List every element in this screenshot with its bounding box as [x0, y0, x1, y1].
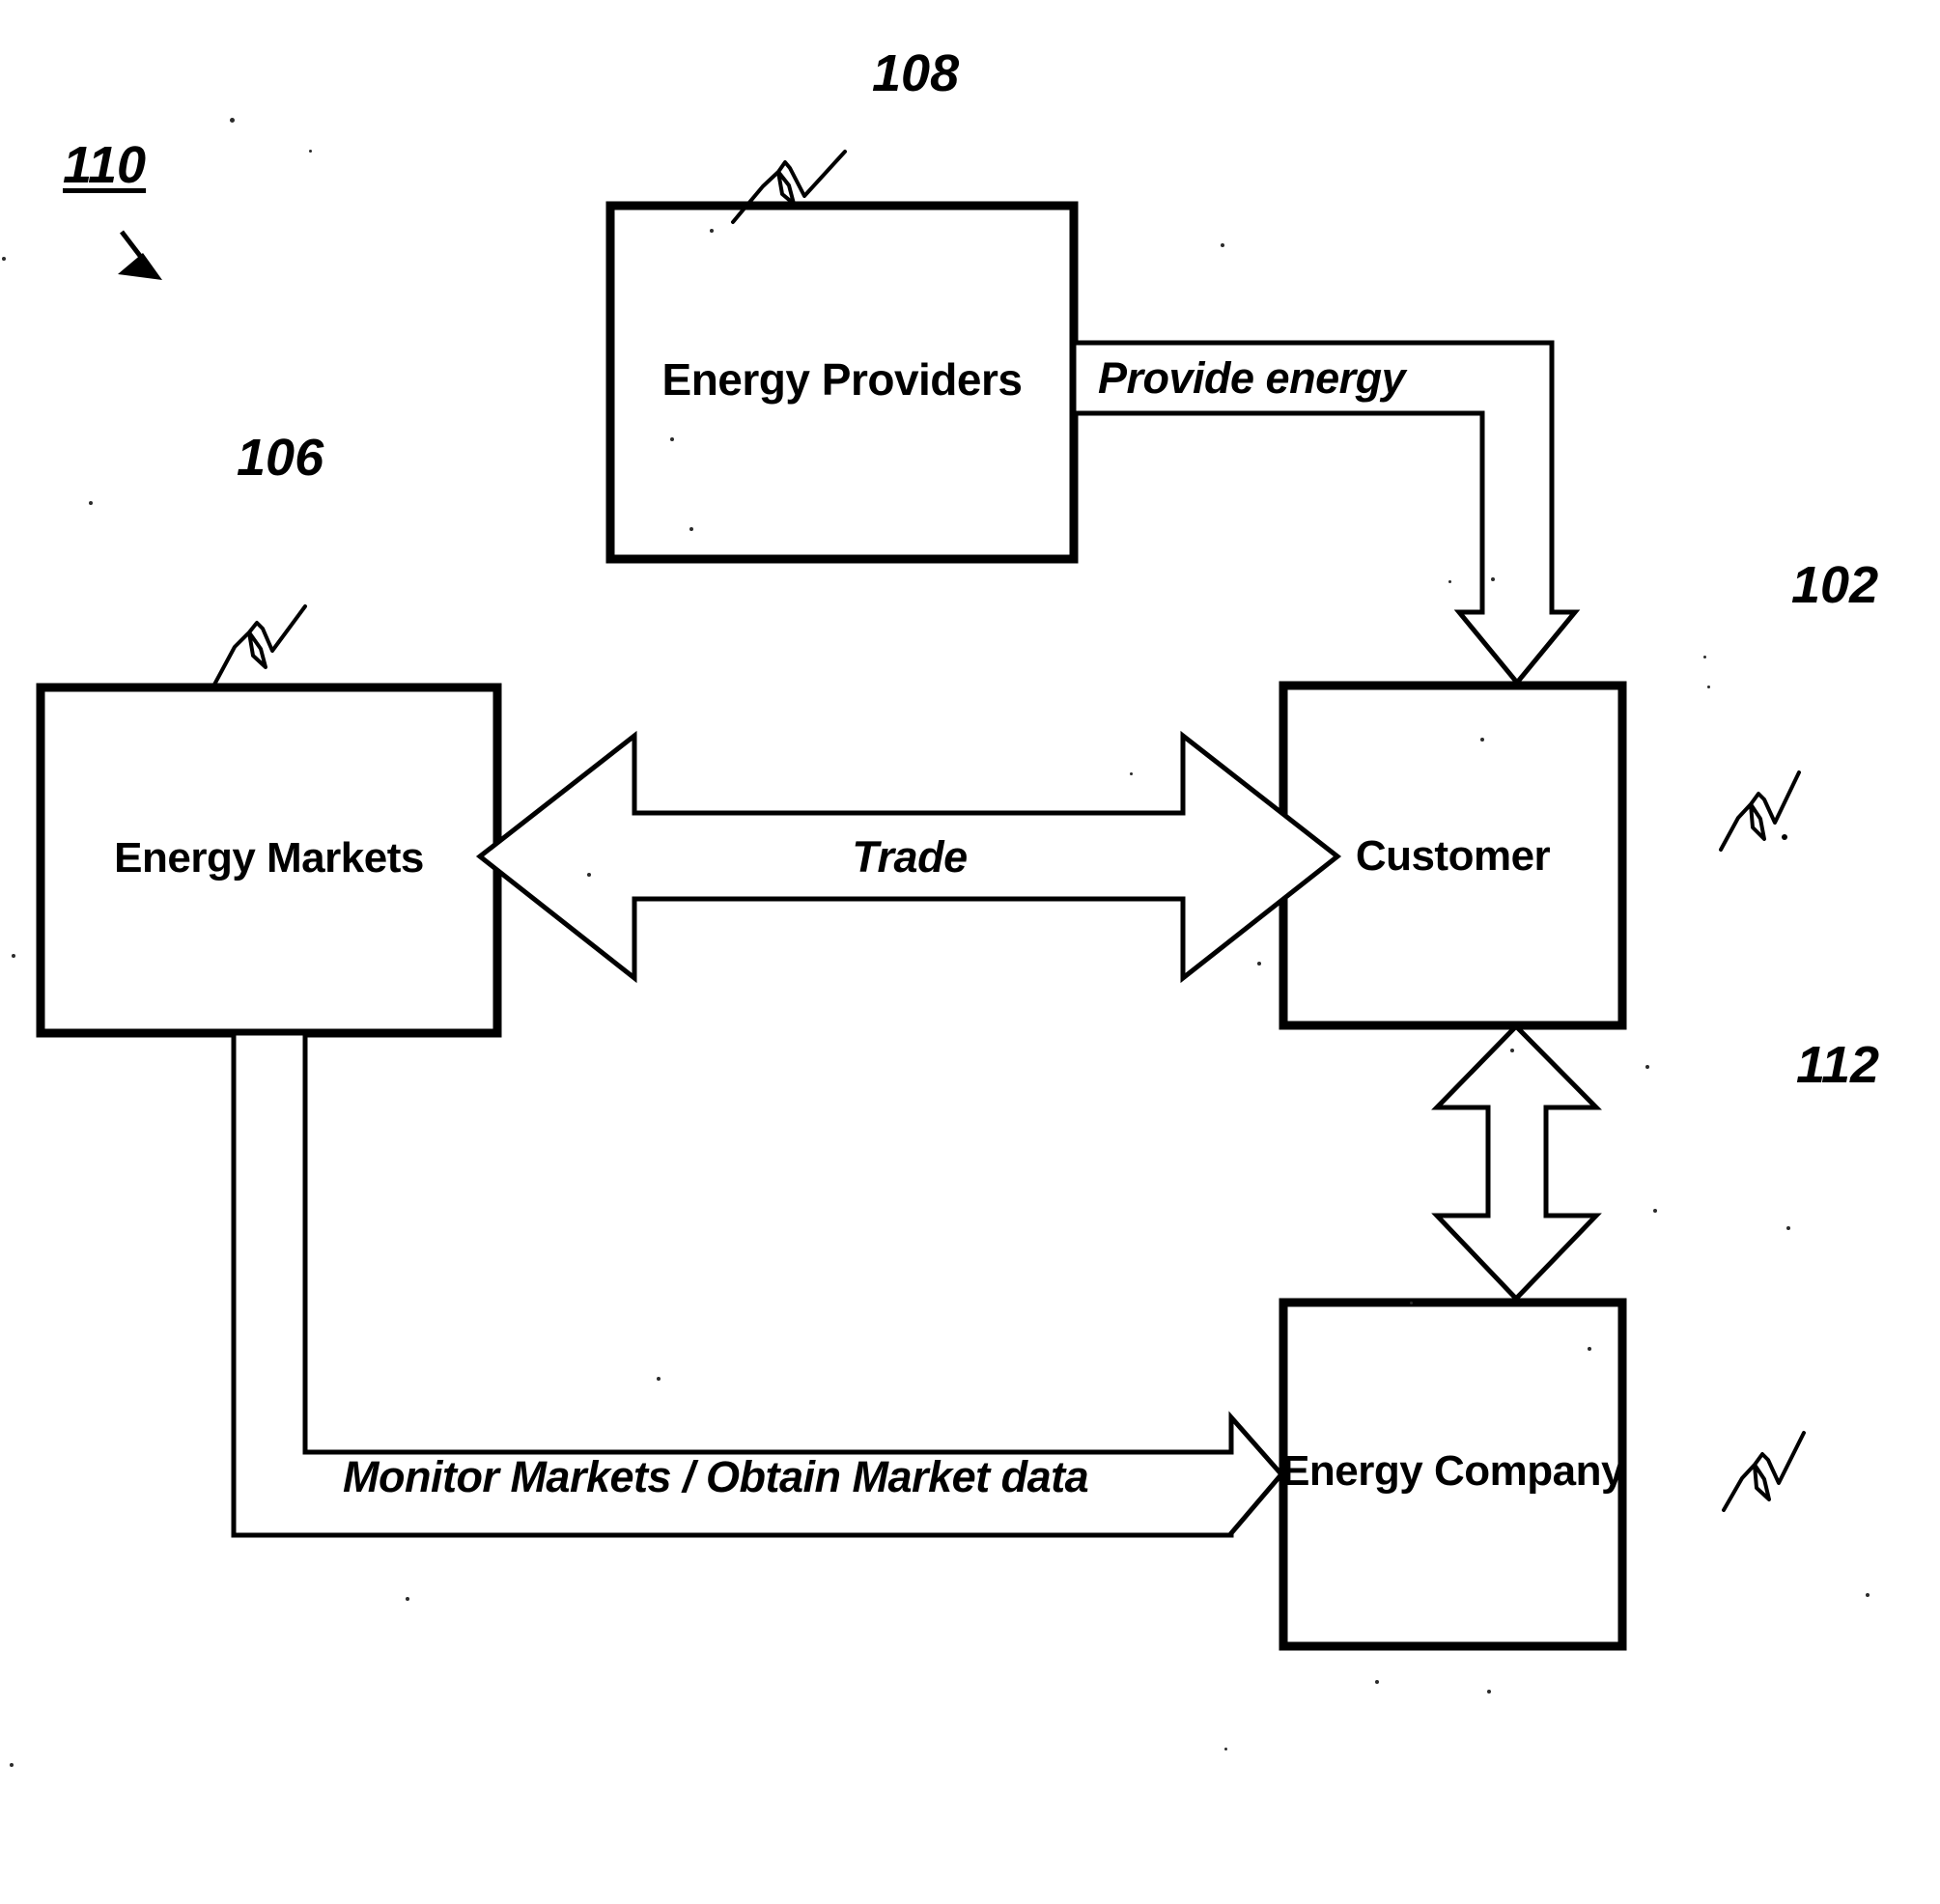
scan-speck	[1448, 580, 1451, 583]
scan-speck	[2, 257, 6, 261]
scan-speck	[12, 954, 15, 958]
scan-speck	[670, 437, 674, 441]
scan-speck	[89, 501, 93, 505]
scan-speck	[1588, 1347, 1591, 1351]
ref-106-leader	[212, 604, 307, 686]
provide-energy-label: Provide energy	[1098, 353, 1406, 403]
ref-numeral-108: 108	[872, 44, 960, 102]
diagram-vector-layer	[36, 150, 1806, 1651]
customer-company-arrow	[1431, 1022, 1602, 1302]
scan-speck	[406, 1597, 409, 1601]
scan-speck	[1786, 1226, 1790, 1230]
ref-102-leader	[1719, 770, 1801, 852]
scan-speck	[1510, 1049, 1514, 1052]
customer-label: Customer	[1355, 832, 1551, 880]
scan-speck	[1707, 686, 1710, 688]
energy-providers-label: Energy Providers	[661, 354, 1023, 405]
scan-speck	[1480, 738, 1484, 742]
scan-speck	[1866, 1593, 1870, 1597]
scan-speck	[1257, 962, 1261, 966]
scan-speck	[1410, 1302, 1413, 1304]
scan-speck	[1703, 656, 1706, 658]
scan-speck	[710, 229, 714, 233]
figure-canvas: Energy Providers Energy Markets Customer…	[0, 0, 1940, 1904]
scan-speck	[587, 873, 591, 877]
scan-speck	[689, 527, 693, 531]
scan-speck	[1491, 577, 1495, 581]
ref-numeral-112: 112	[1796, 1036, 1880, 1094]
scan-speck	[1130, 772, 1133, 775]
scan-speck	[1487, 1690, 1491, 1694]
energy-markets-label: Energy Markets	[114, 834, 424, 882]
scan-speck	[10, 1763, 14, 1767]
ref-110-leader	[118, 230, 162, 280]
ref-112-leader	[1722, 1431, 1806, 1512]
scan-speck	[1221, 243, 1224, 247]
ref-numeral-110: 110	[63, 136, 147, 194]
scan-speck	[1375, 1680, 1379, 1684]
scan-speck	[1224, 1748, 1227, 1750]
scan-speck	[1653, 1209, 1657, 1213]
ref-numeral-102: 102	[1791, 556, 1879, 614]
scan-speck	[230, 118, 235, 123]
energy-company-label: Energy Company	[1281, 1447, 1624, 1495]
scan-speck	[1645, 1065, 1649, 1069]
monitor-markets-label: Monitor Markets / Obtain Market data	[343, 1452, 1089, 1501]
scan-speck	[309, 150, 312, 153]
scan-speck	[657, 1377, 661, 1381]
ref-numeral-106: 106	[237, 429, 324, 487]
trade-label: Trade	[852, 832, 968, 882]
